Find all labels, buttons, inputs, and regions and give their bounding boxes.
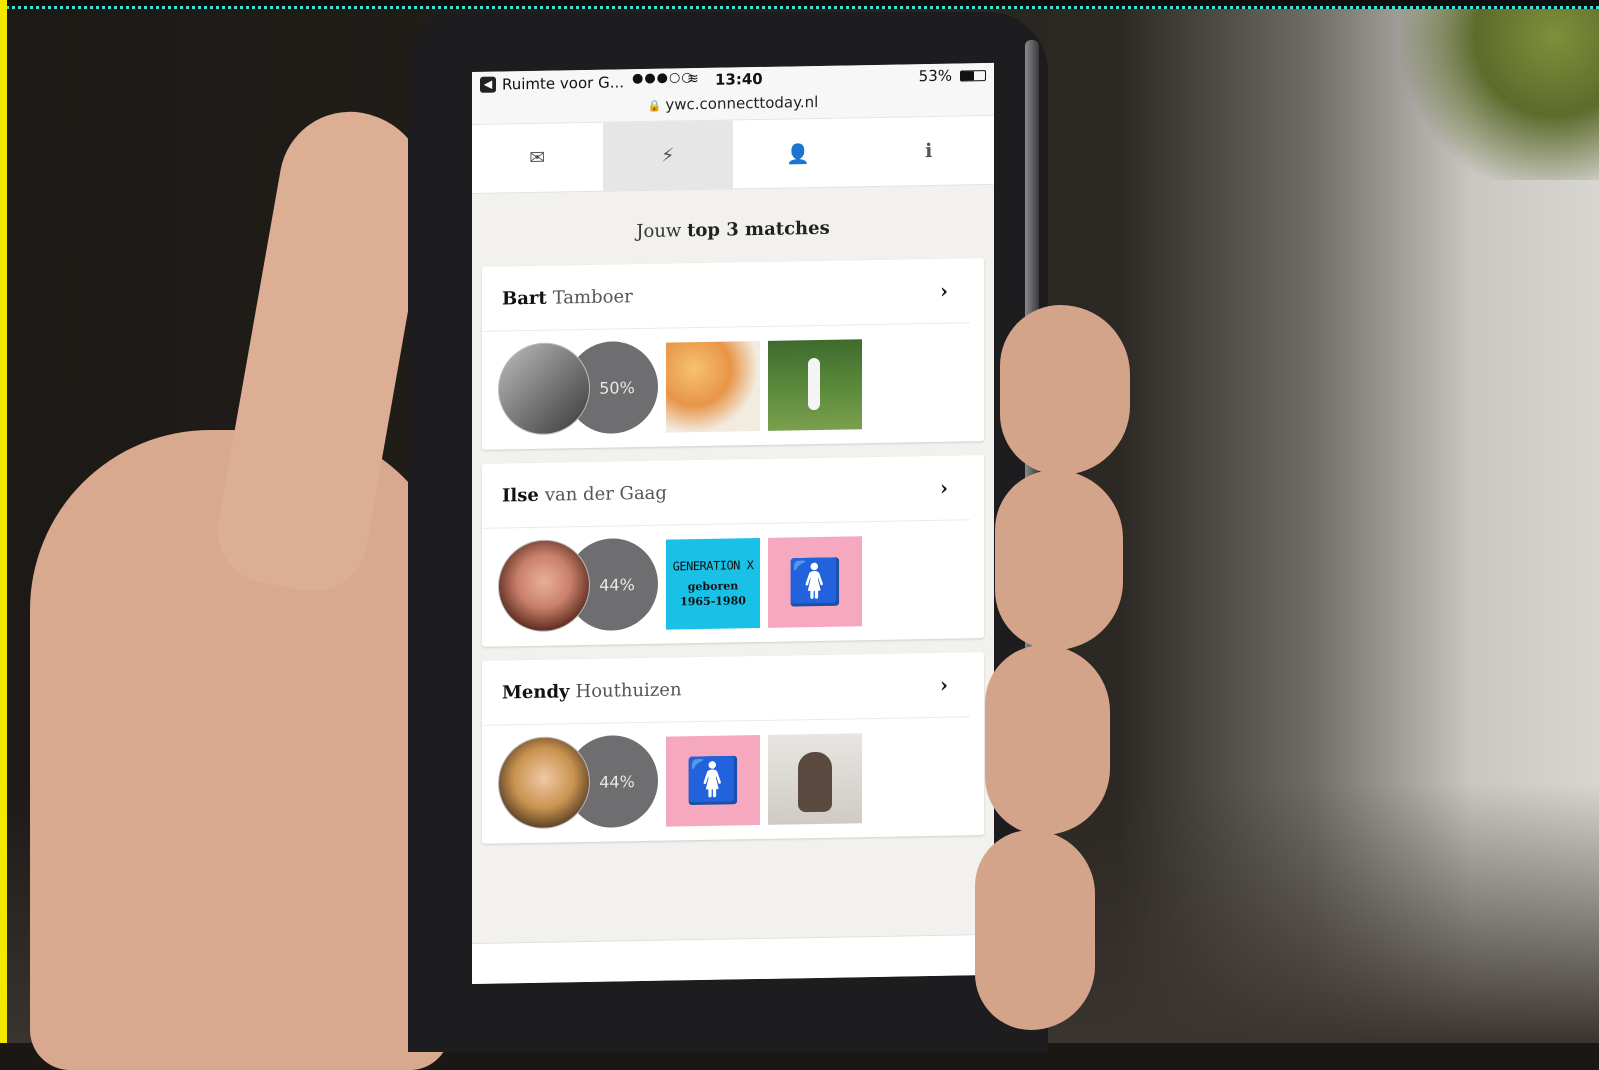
- interest-tile-photo: [768, 733, 862, 825]
- match-name: Mendy Houthuizen: [502, 679, 682, 703]
- battery-icon: [960, 70, 986, 82]
- hand-finger: [985, 645, 1110, 835]
- interest-tile-female: 🚺: [666, 734, 760, 827]
- match-last-name: van der Gaag: [544, 482, 667, 506]
- battery-fill: [961, 71, 974, 81]
- interest-tile-food: [666, 340, 760, 433]
- chevron-right-icon[interactable]: ›: [940, 279, 948, 303]
- match-card-body: 50%: [482, 323, 984, 450]
- match-percent: 50%: [599, 377, 635, 398]
- hand-finger: [995, 470, 1123, 650]
- match-card[interactable]: Ilse van der Gaag › 44% GENERATION X gebo…: [482, 455, 984, 647]
- tab-bar: ✉ ⚡ 👤 ℹ: [472, 114, 995, 194]
- interest-tile-female: 🚺: [768, 536, 862, 628]
- match-first-name: Mendy: [502, 680, 570, 703]
- tab-messages[interactable]: ✉: [472, 123, 603, 193]
- match-card-body: 44% GENERATION X geboren 1965-1980 🚺: [482, 520, 984, 647]
- hand-finger: [975, 830, 1095, 1030]
- genx-subtitle: geboren 1965-1980: [680, 578, 746, 609]
- chevron-right-icon[interactable]: ›: [940, 673, 948, 697]
- carrier-label: Ruimte voor G...: [502, 73, 625, 94]
- frame-left-border: [0, 0, 7, 1043]
- genx-title: GENERATION X: [672, 558, 754, 574]
- url-text: ywc.connecttoday.nl: [665, 92, 819, 114]
- avatar[interactable]: [498, 341, 590, 436]
- clock: 13:40: [715, 69, 763, 89]
- envelope-icon: ✉: [529, 146, 546, 170]
- page-title-prefix: Jouw: [636, 220, 682, 243]
- avatar-pair: 44%: [498, 734, 658, 832]
- signal-icon: ●●●○○: [632, 70, 694, 87]
- female-icon: 🚺: [685, 755, 741, 808]
- chevron-right-icon[interactable]: ›: [940, 476, 948, 500]
- avatar-pair: 50%: [498, 340, 658, 438]
- tab-profile[interactable]: 👤: [733, 118, 864, 188]
- interest-tile-yoga: [768, 339, 862, 431]
- match-first-name: Ilse: [502, 484, 539, 506]
- back-to-app-icon[interactable]: ◀: [480, 76, 496, 93]
- match-card-header[interactable]: Mendy Houthuizen ›: [482, 652, 970, 726]
- match-percent: 44%: [599, 574, 635, 595]
- match-card-body: 44% 🚺: [482, 717, 984, 844]
- match-card-header[interactable]: Ilse van der Gaag ›: [482, 455, 970, 529]
- match-card[interactable]: Mendy Houthuizen › 44% 🚺: [482, 652, 984, 844]
- wifi-icon: ≋: [687, 71, 699, 88]
- background-plant: [1379, 0, 1599, 180]
- avatar[interactable]: [498, 735, 590, 830]
- match-first-name: Bart: [502, 287, 547, 309]
- genx-line-1: geboren: [687, 579, 739, 594]
- match-last-name: Tamboer: [552, 285, 633, 309]
- match-card-header[interactable]: Bart Tamboer ›: [482, 258, 970, 332]
- interest-tile-generation-x: GENERATION X geboren 1965-1980: [666, 537, 760, 630]
- frame-top-border: [0, 0, 1599, 9]
- female-icon: 🚺: [787, 556, 843, 609]
- match-last-name: Houthuizen: [575, 678, 682, 702]
- lightning-icon: ⚡: [661, 144, 675, 167]
- lock-icon: 🔒: [647, 99, 662, 113]
- tab-matches[interactable]: ⚡: [602, 120, 733, 191]
- phone-screen: ◀ Ruimte voor G... ●●●○○ ≋ 13:40 53% 🔒 yw…: [472, 62, 995, 985]
- match-card[interactable]: Bart Tamboer › 50%: [482, 258, 984, 450]
- page-title: Jouw top 3 matches: [472, 185, 994, 267]
- genx-line-2: 1965-1980: [680, 594, 746, 609]
- avatar-pair: 44%: [498, 537, 658, 635]
- match-name: Bart Tamboer: [502, 286, 633, 309]
- battery-percent: 53%: [918, 66, 952, 86]
- match-percent: 44%: [599, 771, 635, 792]
- tab-info[interactable]: ℹ: [864, 116, 995, 186]
- info-icon: ℹ: [925, 139, 933, 163]
- match-name: Ilse van der Gaag: [502, 482, 667, 506]
- avatar[interactable]: [498, 538, 590, 633]
- user-icon: 👤: [786, 142, 811, 166]
- page-title-bold: top 3 matches: [687, 217, 830, 242]
- hand-finger: [1000, 305, 1130, 475]
